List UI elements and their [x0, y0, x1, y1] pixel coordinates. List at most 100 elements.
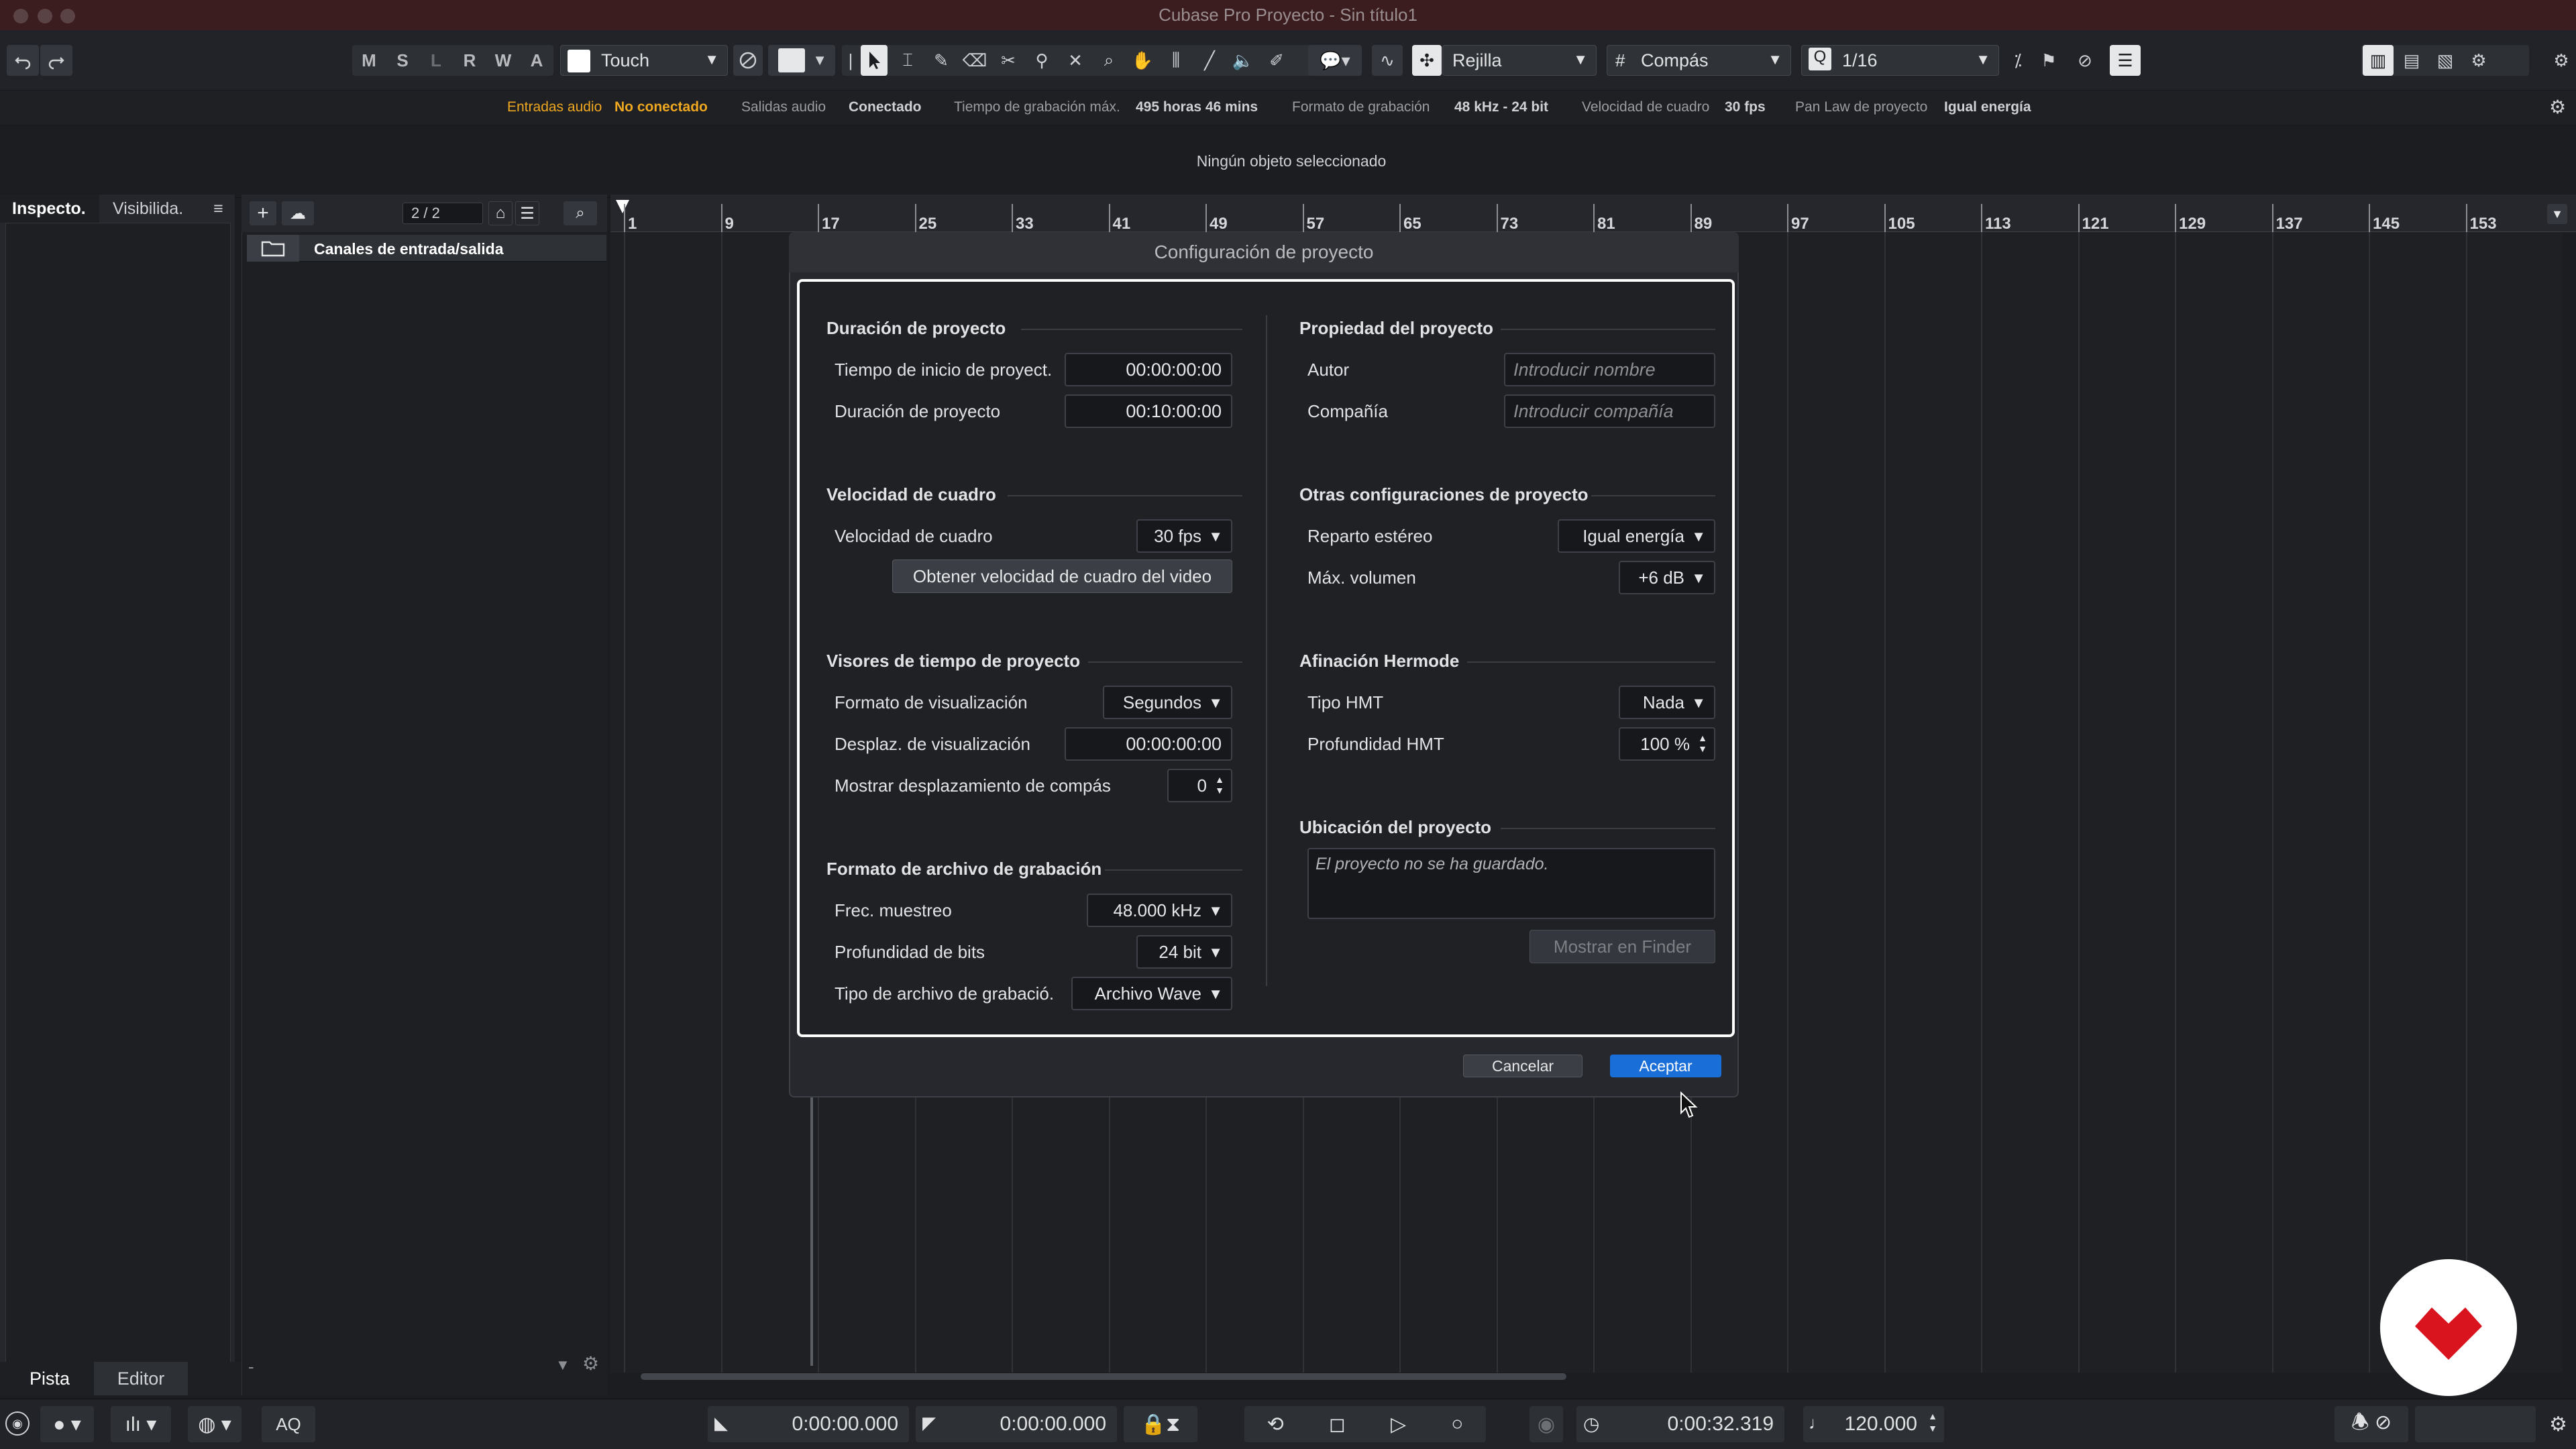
author-field[interactable]: Introducir nombre	[1504, 353, 1715, 386]
listen-mode-button[interactable]: L	[421, 45, 451, 76]
erase-tool[interactable]: ⌫	[961, 45, 988, 76]
add-track-template-button[interactable]: ☁	[282, 201, 314, 225]
range-select-tool[interactable]: ⌶	[894, 45, 921, 76]
pan-law-value[interactable]: Igual energía	[1944, 99, 2031, 115]
window-layout-button[interactable]: ⚙	[2463, 45, 2494, 76]
chase-events-button[interactable]: 💬▾	[1308, 45, 1362, 76]
mute-tool[interactable]: ✕	[1062, 45, 1089, 76]
aq-button[interactable]: AQ	[262, 1406, 315, 1442]
audio-outputs-value[interactable]: Conectado	[849, 99, 922, 115]
hmt-depth-stepper[interactable]: 100 % ▲ ▼	[1619, 727, 1715, 761]
tempo-display[interactable]: ♩ 120.000 ▲ ▼	[1803, 1406, 1944, 1442]
zoom-tool[interactable]: ⌕	[1095, 45, 1122, 76]
stepper-arrows-icon[interactable]: ▲ ▼	[1215, 774, 1224, 796]
left-zone-button[interactable]: ▥	[2363, 45, 2394, 76]
tab-visibility[interactable]: Visibilida.	[101, 195, 201, 223]
stepper-arrows-icon[interactable]: ▲ ▼	[1698, 733, 1707, 754]
right-locator-display[interactable]: ◤ 0:00:00.000	[916, 1406, 1117, 1442]
play-tool[interactable]: 🔈	[1230, 45, 1256, 76]
vertical-scrollbar[interactable]	[2555, 232, 2563, 1373]
file-type-select[interactable]: Archivo Wave ▼	[1071, 977, 1232, 1010]
rec-format-value[interactable]: 48 kHz - 24 bit	[1454, 99, 1548, 115]
horizontal-scrollbar[interactable]	[641, 1373, 1566, 1380]
home-button[interactable]: ⌂	[488, 201, 513, 225]
lock-button[interactable]: 🔒⧗	[1124, 1406, 1197, 1442]
ruler[interactable]: 1 9 17 25 33 41 49 57 65 73 81 89 97 105 113 121 129 137 1…	[610, 195, 2576, 233]
automation-mode-dropdown[interactable]: Touch ▼	[560, 45, 728, 76]
snap-toggle-button[interactable]: ✣	[1412, 45, 1442, 76]
record-button[interactable]: ○	[1451, 1413, 1463, 1436]
record-mode-button[interactable]: ● ▾	[40, 1406, 94, 1442]
hand-tool[interactable]: ✋	[1129, 45, 1156, 76]
tab-inspector[interactable]: Inspecto.	[0, 195, 99, 223]
left-locator-display[interactable]: ◣ 0:00:00.000	[708, 1406, 909, 1442]
show-in-finder-button[interactable]: Mostrar en Finder	[1529, 930, 1715, 963]
loop-record-button[interactable]: ◉	[1529, 1406, 1563, 1442]
tempo-stepper-icon[interactable]: ▲ ▼	[1928, 1410, 1937, 1434]
transport-settings-gear-icon[interactable]: ⚙	[2549, 1413, 2567, 1436]
close-window-button[interactable]	[13, 9, 28, 23]
track-list-collapse-icon[interactable]: ▼	[555, 1356, 570, 1374]
ruler-options-button[interactable]: ▼	[2547, 204, 2567, 224]
track-options-button[interactable]: ☰	[515, 201, 539, 225]
comp-tool[interactable]: ⫼	[1163, 45, 1189, 76]
track-list-settings-icon[interactable]: ⚙	[582, 1352, 599, 1375]
stereo-pan-select[interactable]: Igual energía ▼	[1558, 519, 1715, 553]
redo-button[interactable]	[40, 45, 72, 76]
status-settings-gear-icon[interactable]: ⚙	[2549, 96, 2566, 118]
draw-tool[interactable]: ✎	[928, 45, 955, 76]
bit-depth-select[interactable]: 24 bit ▼	[1136, 935, 1232, 969]
cancel-button[interactable]: Cancelar	[1463, 1055, 1582, 1077]
metronome-button[interactable]: 🕭 ⊘	[2334, 1406, 2408, 1442]
quantize-apply-button[interactable]: ⚑	[2037, 45, 2061, 76]
find-track-button[interactable]: ⌕	[564, 201, 597, 225]
write-mode-button[interactable]: W	[488, 45, 519, 76]
bar-offset-stepper[interactable]: 0 ▲ ▼	[1167, 769, 1232, 802]
glue-tool[interactable]: ⚲	[1028, 45, 1055, 76]
nudge-button[interactable]: ∿	[1372, 45, 1403, 76]
left-zone-menu-icon[interactable]: ≡	[201, 195, 235, 223]
toolbar-settings-button[interactable]: ⚙	[2549, 45, 2573, 76]
get-frame-rate-from-video-button[interactable]: Obtener velocidad de cuadro del video	[892, 559, 1232, 593]
ok-button[interactable]: Aceptar	[1610, 1055, 1721, 1077]
sample-rate-select[interactable]: 48.000 kHz ▼	[1087, 894, 1232, 927]
max-rec-time-value[interactable]: 495 horas 46 mins	[1136, 99, 1258, 115]
iterative-quantize-button[interactable]: ⁒	[2006, 45, 2030, 76]
tab-track[interactable]: Pista	[7, 1362, 93, 1395]
right-zone-button[interactable]: ▧	[2430, 45, 2461, 76]
max-volume-select[interactable]: +6 dB ▼	[1619, 561, 1715, 594]
audio-meter-button[interactable]: ılı ▾	[111, 1406, 171, 1442]
automation-suspend-button[interactable]	[733, 45, 763, 76]
hmt-type-select[interactable]: Nada ▼	[1619, 686, 1715, 719]
project-length-field[interactable]: 00:10:00:00	[1065, 394, 1232, 428]
toolbar-layout-button[interactable]: ☰	[2110, 45, 2141, 76]
tab-editor[interactable]: Editor	[94, 1362, 188, 1395]
folder-track-row[interactable]: Canales de entrada/salida	[247, 235, 606, 262]
split-tool[interactable]: ✂	[995, 45, 1022, 76]
cycle-button[interactable]: ⟲	[1267, 1413, 1284, 1436]
grid-type-dropdown[interactable]: # Compás ▼	[1607, 45, 1791, 76]
stop-button[interactable]: ◻	[1329, 1413, 1346, 1436]
audio-inputs-value[interactable]: No conectado	[614, 99, 708, 115]
mute-mode-button[interactable]: M	[354, 45, 384, 76]
quantize-dropdown[interactable]: Q 1/16 ▼	[1801, 45, 1999, 76]
read-mode-button[interactable]: R	[454, 45, 485, 76]
display-offset-field[interactable]: 00:00:00:00	[1065, 727, 1232, 761]
quantize-reset-button[interactable]: ⊘	[2073, 45, 2097, 76]
solo-mode-button[interactable]: S	[387, 45, 418, 76]
frame-rate-select[interactable]: 30 fps ▼	[1136, 519, 1232, 553]
object-select-tool[interactable]	[861, 45, 888, 76]
start-time-field[interactable]: 00:00:00:00	[1065, 353, 1232, 386]
company-field[interactable]: Introducir compañía	[1504, 394, 1715, 428]
color-tool[interactable]: ✐	[1263, 45, 1290, 76]
add-track-button[interactable]: +	[250, 201, 276, 225]
auto-scroll-button[interactable]: ▼	[768, 45, 835, 76]
minimize-window-button[interactable]	[38, 9, 52, 23]
lower-zone-button[interactable]: ▤	[2396, 45, 2427, 76]
activity-icon[interactable]: ◉	[5, 1411, 30, 1436]
line-tool[interactable]: ╱	[1196, 45, 1223, 76]
play-button[interactable]: ▷	[1391, 1413, 1406, 1436]
a-mode-button[interactable]: A	[521, 45, 552, 76]
time-display[interactable]: ◷ 0:00:32.319	[1576, 1406, 1784, 1442]
zoom-window-button[interactable]	[60, 9, 75, 23]
